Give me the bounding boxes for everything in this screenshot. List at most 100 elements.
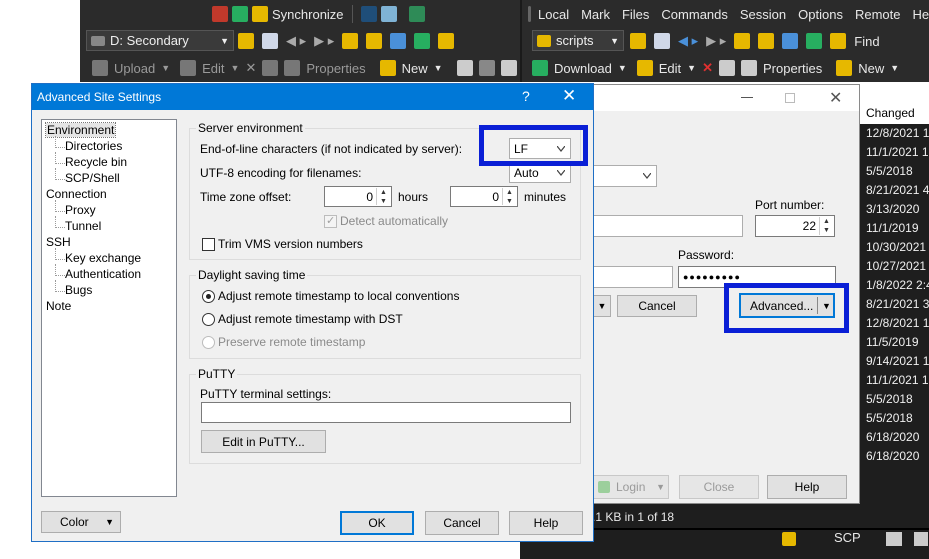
forward-arrow-icon[interactable]: ▶ ▸ xyxy=(314,33,334,49)
minimize-icon[interactable] xyxy=(741,97,753,98)
filter-icon[interactable] xyxy=(654,33,670,49)
tree-item-environment[interactable]: Environment xyxy=(44,122,117,138)
port-spinner[interactable]: ▲ ▼ xyxy=(819,217,833,235)
new-button[interactable]: New xyxy=(402,61,428,76)
upload-button[interactable]: Upload xyxy=(114,61,155,76)
changed-cell[interactable]: 12/8/2021 12 xyxy=(860,124,929,143)
tree-item-ssh[interactable]: SSH xyxy=(46,235,71,249)
help-question-icon[interactable]: ? xyxy=(522,88,530,104)
changed-cell[interactable]: 5/5/2018 xyxy=(860,390,929,409)
login-help-button[interactable]: Help xyxy=(767,475,847,499)
menu-local[interactable]: Local xyxy=(535,7,575,22)
maximize-icon[interactable] xyxy=(785,93,795,103)
rename-icon[interactable] xyxy=(262,60,279,76)
tree-item-proxy[interactable]: Proxy xyxy=(65,203,96,217)
tree-item-key-exchange[interactable]: Key exchange xyxy=(65,251,141,265)
synchronize-button[interactable]: Synchronize xyxy=(272,7,344,22)
minutes-spinner[interactable]: ▲ ▼ xyxy=(502,188,516,205)
unselect-icon[interactable] xyxy=(478,60,495,76)
back-arrow-icon[interactable]: ◀ ▸ xyxy=(678,33,698,49)
find-button[interactable]: Find xyxy=(854,34,879,49)
edit-button[interactable]: Edit xyxy=(202,61,224,76)
local-drive-select[interactable]: D: Secondary ▼ xyxy=(86,30,234,51)
bookmark-icon[interactable] xyxy=(438,33,455,49)
tree-item-directories[interactable]: Directories xyxy=(65,139,122,153)
protocol-select[interactable] xyxy=(593,165,657,187)
rename-icon[interactable] xyxy=(718,60,735,76)
menu-mark[interactable]: Mark xyxy=(575,7,616,22)
back-arrow-icon[interactable]: ◀ ▸ xyxy=(286,33,306,49)
close-icon[interactable]: ✕ xyxy=(562,86,576,106)
home-icon[interactable] xyxy=(390,33,407,49)
tree-item-connection[interactable]: Connection xyxy=(46,187,107,201)
edit-button[interactable]: Edit xyxy=(659,61,681,76)
help-button[interactable]: Help xyxy=(509,511,583,535)
timezone-minutes-input[interactable]: 0 ▲ ▼ xyxy=(450,186,518,207)
home-icon[interactable] xyxy=(782,33,799,49)
dst-adjust-local-radio[interactable] xyxy=(202,290,215,303)
tree-item-note[interactable]: Note xyxy=(46,299,71,313)
select-icon[interactable] xyxy=(456,60,473,76)
filter-icon[interactable] xyxy=(262,33,278,49)
terminal-icon[interactable] xyxy=(360,6,377,22)
filter-icon[interactable] xyxy=(500,60,517,76)
open-folder-icon[interactable] xyxy=(238,33,254,49)
close-icon[interactable]: ✕ xyxy=(829,88,842,108)
forward-arrow-icon[interactable]: ▶ ▸ xyxy=(706,33,726,49)
root-folder-icon[interactable] xyxy=(366,33,383,49)
port-input[interactable]: 22 ▲ ▼ xyxy=(755,215,835,237)
timezone-hours-input[interactable]: 0 ▲ ▼ xyxy=(324,186,392,207)
properties-button[interactable]: Properties xyxy=(763,61,822,76)
open-folder-icon[interactable] xyxy=(630,33,646,49)
remote-folder-select[interactable]: scripts ▼ xyxy=(532,30,624,51)
changed-cell[interactable]: 11/1/2019 xyxy=(860,219,929,238)
changed-cell[interactable]: 1/8/2022 2:4 xyxy=(860,276,929,295)
changed-cell[interactable]: 10/30/2021 xyxy=(860,238,929,257)
dst-preserve-radio[interactable] xyxy=(202,336,215,349)
login-close-button[interactable]: Close xyxy=(679,475,759,499)
changed-cell[interactable]: 8/21/2021 3 xyxy=(860,295,929,314)
changed-cell[interactable]: 9/14/2021 1 xyxy=(860,352,929,371)
changed-cell[interactable]: 6/18/2020 xyxy=(860,428,929,447)
changed-cell[interactable]: 5/5/2018 xyxy=(860,409,929,428)
delete-icon[interactable]: ✕ xyxy=(702,60,713,76)
menu-help[interactable]: Help xyxy=(906,7,929,22)
refresh-icon[interactable] xyxy=(806,33,823,49)
login-cancel-button[interactable]: Cancel xyxy=(617,295,697,317)
tree-item-recycle-bin[interactable]: Recycle bin xyxy=(65,155,127,169)
menu-remote[interactable]: Remote xyxy=(849,7,907,22)
ok-button[interactable]: OK xyxy=(340,511,414,535)
menu-commands[interactable]: Commands xyxy=(655,7,733,22)
connection-status-icon[interactable] xyxy=(914,532,928,546)
cancel-button[interactable]: Cancel xyxy=(425,511,499,535)
changed-cell[interactable]: 12/8/2021 12 xyxy=(860,314,929,333)
hostname-input[interactable] xyxy=(593,215,743,237)
changed-cell[interactable]: 6/18/2020 xyxy=(860,447,929,466)
download-button[interactable]: Download xyxy=(554,61,612,76)
putty-settings-input[interactable] xyxy=(201,402,571,423)
menu-files[interactable]: Files xyxy=(616,7,655,22)
username-input[interactable] xyxy=(593,266,673,288)
terminal-status-icon[interactable] xyxy=(886,532,902,546)
tree-item-authentication[interactable]: Authentication xyxy=(65,267,141,281)
changed-cell[interactable]: 10/27/2021 xyxy=(860,257,929,276)
queue-icon[interactable] xyxy=(408,6,425,22)
changed-cell[interactable]: 8/21/2021 4 xyxy=(860,181,929,200)
new-button[interactable]: New xyxy=(858,61,884,76)
changed-cell[interactable]: 11/1/2021 12 xyxy=(860,143,929,162)
parent-folder-icon[interactable] xyxy=(342,33,359,49)
tree-item-bugs[interactable]: Bugs xyxy=(65,283,92,297)
changed-cell[interactable]: 11/5/2019 xyxy=(860,333,929,352)
properties-button[interactable]: Properties xyxy=(306,61,365,76)
login-button[interactable]: Login ▼ xyxy=(593,475,669,499)
changed-cell[interactable]: 3/13/2020 xyxy=(860,200,929,219)
trim-vms-checkbox[interactable] xyxy=(202,238,215,251)
save-dropdown-button[interactable]: ▼ xyxy=(593,295,611,317)
changed-cell[interactable]: 5/5/2018 xyxy=(860,162,929,181)
color-button[interactable]: Color ▼ xyxy=(41,511,121,533)
dst-adjust-dst-radio[interactable] xyxy=(202,313,215,326)
compare-icon[interactable] xyxy=(212,6,228,22)
menu-session[interactable]: Session xyxy=(734,7,792,22)
preferences-icon[interactable] xyxy=(380,6,397,22)
parent-folder-icon[interactable] xyxy=(734,33,751,49)
